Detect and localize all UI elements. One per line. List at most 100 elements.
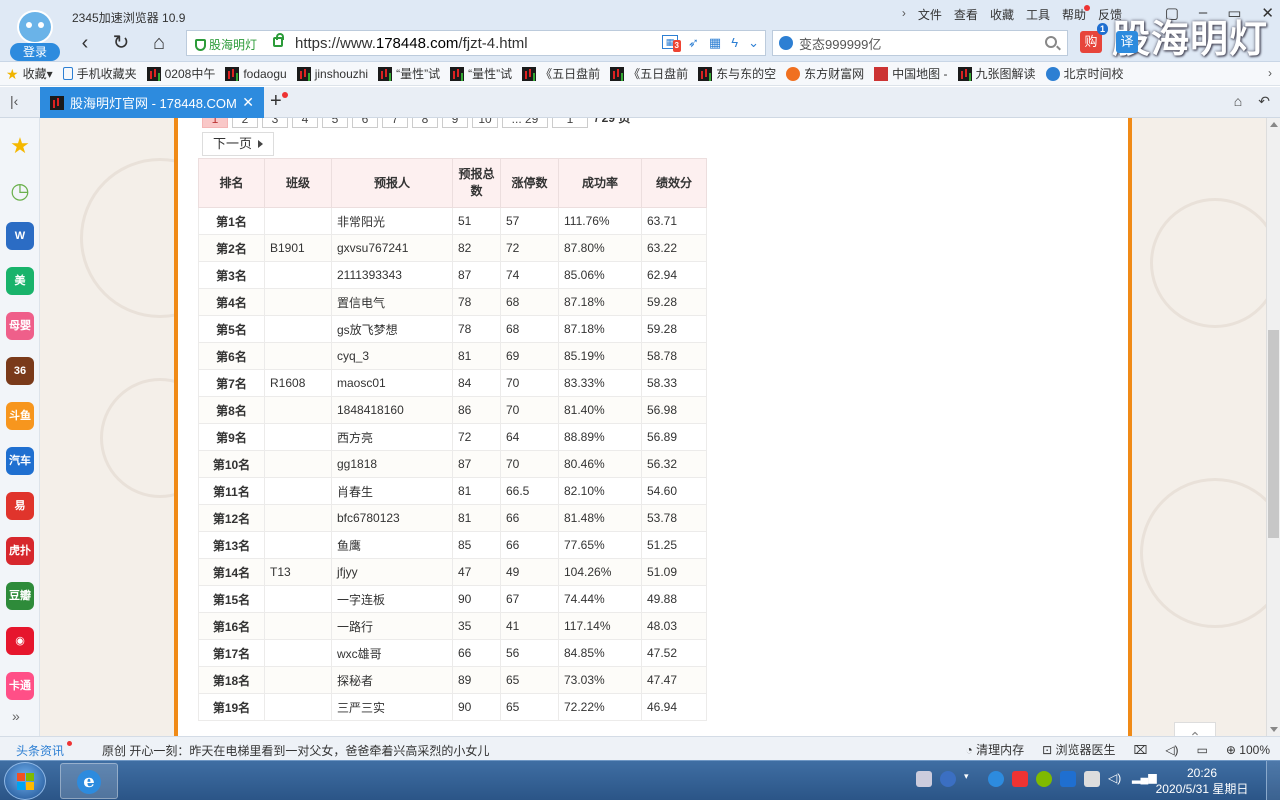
- page-link[interactable]: 8: [412, 118, 438, 128]
- vertical-scrollbar[interactable]: [1266, 118, 1280, 736]
- bookmark-item[interactable]: 手机收藏夹: [62, 65, 137, 82]
- bookmark-item[interactable]: 东方财富网: [786, 65, 864, 82]
- rocket-icon[interactable]: ➶: [688, 35, 699, 51]
- refresh-button[interactable]: ↻: [108, 30, 134, 56]
- start-button[interactable]: [4, 762, 46, 800]
- page-link[interactable]: 3: [262, 118, 288, 128]
- signal-icon[interactable]: ▂▄▆: [1132, 771, 1157, 787]
- yi-icon[interactable]: 易: [6, 492, 34, 520]
- show-desktop-button[interactable]: [1266, 761, 1280, 800]
- history-icon[interactable]: ◷: [6, 177, 34, 205]
- clean-memory-button[interactable]: ◔ 清理内存: [965, 741, 1024, 758]
- forecaster-cell[interactable]: maosc01: [331, 369, 453, 397]
- forecaster-cell[interactable]: 置信电气: [331, 288, 453, 316]
- bookmark-item[interactable]: “量性”试: [450, 65, 512, 82]
- bookmark-item[interactable]: fodaogu: [225, 66, 287, 81]
- antivirus-icon[interactable]: [1012, 771, 1028, 787]
- bookmark-item[interactable]: ★ 收藏 ▾: [6, 65, 53, 82]
- browser-tray-icon[interactable]: [988, 771, 1004, 787]
- favorites-icon[interactable]: ★: [6, 132, 34, 160]
- forecaster-cell[interactable]: gxvsu767241: [331, 234, 453, 262]
- page-link[interactable]: 10: [472, 118, 498, 128]
- plus-tray-icon[interactable]: [1036, 771, 1052, 787]
- volume-icon[interactable]: ◁): [1165, 743, 1178, 757]
- fullscreen-icon[interactable]: ▭: [1197, 743, 1208, 757]
- menu-help[interactable]: 帮助: [1062, 5, 1091, 23]
- forecaster-cell[interactable]: bfc6780123: [331, 504, 453, 532]
- next-page-button[interactable]: 下一页: [202, 132, 275, 156]
- scroll-down-icon[interactable]: [1270, 727, 1278, 732]
- sidebar-expand-icon[interactable]: »: [12, 708, 20, 724]
- news-feed-link[interactable]: 头条资讯: [16, 741, 73, 759]
- tab-count-icon[interactable]: ▦ 3: [662, 35, 681, 52]
- forecaster-cell[interactable]: 三严三实: [331, 693, 453, 721]
- lightning-icon[interactable]: ϟ: [731, 35, 738, 51]
- zoom-control[interactable]: ⊕ 100%: [1226, 743, 1270, 757]
- translate-button[interactable]: 译: [1116, 31, 1138, 53]
- forecaster-cell[interactable]: 2111393343: [331, 261, 453, 289]
- meituan-icon[interactable]: 美: [6, 267, 34, 295]
- douyu-icon[interactable]: 斗鱼: [6, 402, 34, 430]
- volume-tray-icon[interactable]: ◁): [1108, 771, 1124, 787]
- muying-icon[interactable]: 母婴: [6, 312, 34, 340]
- site-security-badge[interactable]: 股海明灯: [195, 36, 257, 53]
- search-box[interactable]: [772, 30, 1068, 56]
- bookmark-item[interactable]: 北京时间校: [1045, 65, 1124, 82]
- bookmark-item[interactable]: jinshouzhi: [296, 66, 368, 81]
- forecaster-cell[interactable]: 探秘者: [331, 666, 453, 694]
- page-link[interactable]: 9: [442, 118, 468, 128]
- help-icon[interactable]: [940, 771, 956, 787]
- browser-logo[interactable]: 登录: [8, 6, 62, 61]
- display-icon[interactable]: [1060, 771, 1076, 787]
- forecaster-cell[interactable]: 鱼鹰: [331, 531, 453, 559]
- address-bar[interactable]: 股海明灯 https://www.178448.com/fjzt-4.html …: [186, 30, 766, 56]
- menu-file[interactable]: 文件: [918, 6, 942, 23]
- undo-close-icon[interactable]: ↶: [1258, 93, 1270, 110]
- forecaster-cell[interactable]: 西方亮: [331, 423, 453, 451]
- page-link[interactable]: ... 29: [502, 118, 548, 128]
- bookmark-item[interactable]: 九张图解读: [957, 65, 1036, 82]
- forecaster-cell[interactable]: cyq_3: [331, 342, 453, 370]
- forecaster-cell[interactable]: wxc雄哥: [331, 639, 453, 667]
- home-button[interactable]: ⌂: [146, 30, 172, 56]
- forecaster-cell[interactable]: 肖春生: [331, 477, 453, 505]
- forecaster-cell[interactable]: jfjyy: [331, 558, 453, 586]
- forecaster-cell[interactable]: gs放飞梦想: [331, 315, 453, 343]
- scroll-thumb[interactable]: [1268, 330, 1279, 538]
- keyboard-icon[interactable]: [916, 771, 932, 787]
- chevron-right-icon[interactable]: ›: [902, 6, 906, 23]
- menu-tools[interactable]: 工具: [1026, 6, 1050, 23]
- dropdown-arrow-icon[interactable]: ▾: [47, 67, 53, 81]
- forecaster-cell[interactable]: gg1818: [331, 450, 453, 478]
- menu-favorites[interactable]: 收藏: [990, 6, 1014, 23]
- forecaster-cell[interactable]: 一路行: [331, 612, 453, 640]
- bookmark-item[interactable]: 《五日盘前: [522, 65, 600, 82]
- page-link[interactable]: 4: [292, 118, 318, 128]
- scroll-up-icon[interactable]: [1270, 122, 1278, 127]
- tab-close-icon[interactable]: ✕: [242, 94, 254, 111]
- system-clock[interactable]: 20:26 2020/5/31 星期日: [1152, 765, 1252, 797]
- tray-expand-icon[interactable]: ▾: [964, 771, 980, 787]
- bookmark-item[interactable]: 0208中午: [146, 65, 215, 82]
- new-tab-button[interactable]: +: [270, 90, 288, 113]
- bookmark-item[interactable]: 东与东的空: [698, 65, 776, 82]
- news-ticker[interactable]: 原创 开心一刻：昨天在电梯里看到一对父女，爸爸牵着兴高采烈的小女儿: [102, 742, 489, 759]
- forecaster-cell[interactable]: 1848418160: [331, 396, 453, 424]
- sidebar-toggle-icon[interactable]: |‹: [10, 93, 18, 109]
- katong-icon[interactable]: 卡通: [6, 672, 34, 700]
- page-link[interactable]: 7: [382, 118, 408, 128]
- qr-code-icon[interactable]: ▦: [709, 35, 721, 51]
- hupu-icon[interactable]: 虎扑: [6, 537, 34, 565]
- weibo-icon[interactable]: ◉: [6, 627, 34, 655]
- menu-view[interactable]: 查看: [954, 6, 978, 23]
- taskbar-browser-button[interactable]: e: [60, 763, 118, 799]
- forecaster-cell[interactable]: 一字连板: [331, 585, 453, 613]
- url-text[interactable]: https://www.178448.com/fjzt-4.html: [295, 35, 528, 52]
- shopping-button[interactable]: 购1: [1080, 23, 1108, 53]
- store-icon[interactable]: ⌂: [1234, 93, 1242, 110]
- search-icon[interactable]: [1045, 36, 1057, 48]
- login-button[interactable]: 登录: [10, 43, 60, 61]
- bookmark-item[interactable]: “量性”试: [378, 65, 440, 82]
- car-icon[interactable]: 汽车: [6, 447, 34, 475]
- bookmark-item[interactable]: 中国地图 -: [874, 65, 948, 82]
